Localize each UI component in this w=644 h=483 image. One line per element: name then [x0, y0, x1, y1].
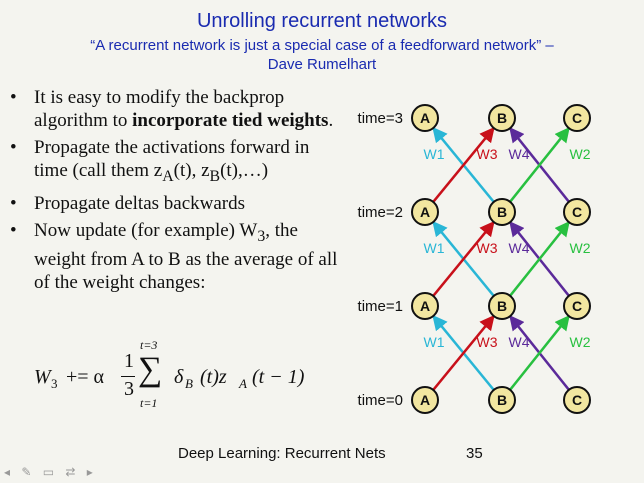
time-label: time=3: [358, 110, 403, 127]
weight-label: W4: [509, 146, 530, 162]
node-label: A: [420, 298, 430, 314]
node-label: C: [572, 298, 582, 314]
weight-label: W1: [424, 146, 445, 162]
weight-label: W2: [570, 334, 591, 350]
weight-label: W1: [424, 240, 445, 256]
page-number: 35: [466, 445, 483, 462]
unrolled-network-diagram: W1 W3 W4 W2 W1 W3 W4 W2 W1 W3 W4 W2 A B Ctime=3 A B Ctime…: [358, 104, 591, 414]
node-label: C: [572, 392, 582, 408]
time-label: time=1: [358, 298, 403, 315]
weight-label: W2: [570, 146, 591, 162]
node-label: B: [497, 204, 507, 220]
node-label: C: [572, 204, 582, 220]
weight-label: W1: [424, 334, 445, 350]
node-label: C: [572, 110, 582, 126]
node-label: B: [497, 298, 507, 314]
node-label: A: [420, 204, 430, 220]
weight-label: W3: [477, 334, 498, 350]
weight-label: W2: [570, 240, 591, 256]
time-label: time=2: [358, 204, 403, 221]
weight-label: W4: [509, 334, 530, 350]
time-label: time=0: [358, 392, 403, 409]
weight-label: W4: [509, 240, 530, 256]
slide-nav-controls[interactable]: ◂ ✎ ▭ ⇄ ▸: [4, 465, 97, 479]
slide-footer: Deep Learning: Recurrent Nets: [178, 445, 386, 462]
weight-label: W3: [477, 146, 498, 162]
node-label: A: [420, 110, 430, 126]
node-label: B: [497, 110, 507, 126]
node-label: B: [497, 392, 507, 408]
node-label: A: [420, 392, 430, 408]
weight-label: W3: [477, 240, 498, 256]
